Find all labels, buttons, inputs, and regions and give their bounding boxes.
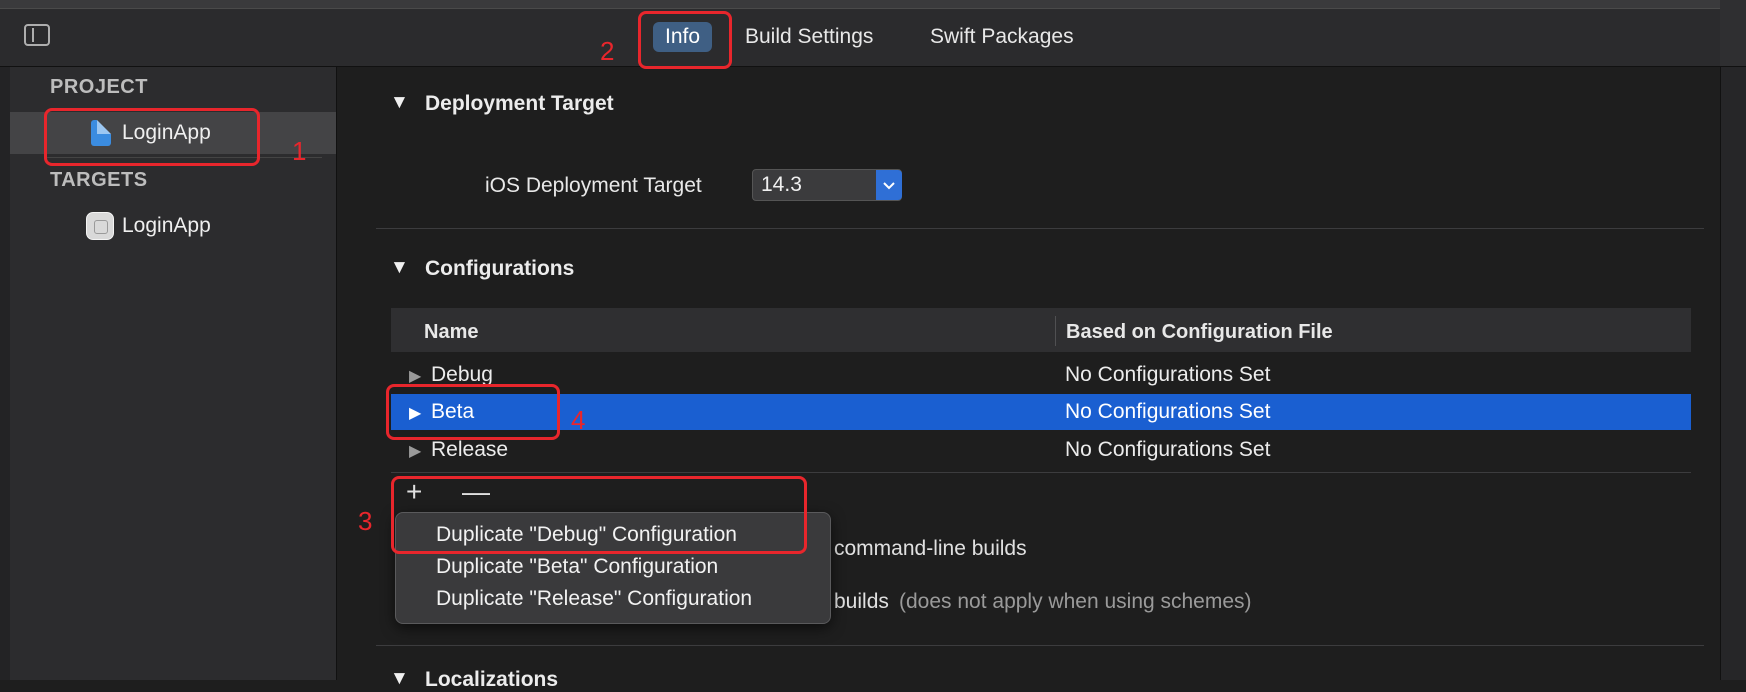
annotation-number-1: 1 <box>292 136 307 166</box>
configurations-section-title: Configurations <box>425 257 575 280</box>
config-file: No Configurations Set <box>1065 400 1271 423</box>
table-bottom-border <box>391 472 1691 473</box>
deployment-section-title: Deployment Target <box>425 92 614 115</box>
disclosure-triangle-icon[interactable]: ▶ <box>409 366 421 386</box>
configurations-disclosure-icon[interactable]: ▼ <box>390 257 409 279</box>
configurations-table-header <box>391 308 1691 352</box>
table-row[interactable]: ▶ Debug No Configurations Set <box>391 357 1691 393</box>
column-separator <box>1055 316 1056 346</box>
annotation-number-4: 4 <box>571 405 586 435</box>
menu-item-duplicate-release[interactable]: Duplicate "Release" Configuration <box>436 587 752 611</box>
ios-deployment-target-select[interactable]: 14.3 <box>752 169 902 201</box>
menu-item-duplicate-beta[interactable]: Duplicate "Beta" Configuration <box>436 555 718 579</box>
inspector-edge <box>1720 67 1746 680</box>
window-top-edge <box>0 0 1746 9</box>
section-divider <box>376 645 1704 646</box>
config-file: No Configurations Set <box>1065 363 1271 386</box>
project-section-header: PROJECT <box>50 76 148 98</box>
commandline-builds-text: command-line builds <box>834 537 1027 560</box>
config-file: No Configurations Set <box>1065 438 1271 461</box>
app-target-icon <box>86 212 114 240</box>
schemes-builds-text: builds <box>834 590 889 613</box>
column-header-config-file[interactable]: Based on Configuration File <box>1066 321 1333 344</box>
annotation-number-2: 2 <box>600 36 615 66</box>
sidebar-item-target-label[interactable]: LoginApp <box>122 214 211 238</box>
annotation-box-4 <box>386 384 560 440</box>
localizations-section-title: Localizations <box>425 668 559 691</box>
tab-swift-packages[interactable]: Swift Packages <box>918 22 1086 52</box>
toolbar-right-edge <box>1720 0 1746 66</box>
schemes-note-text: (does not apply when using schemes) <box>899 590 1252 613</box>
annotation-box-3 <box>391 476 807 554</box>
deployment-disclosure-icon[interactable]: ▼ <box>390 92 409 114</box>
ios-deployment-target-value: 14.3 <box>761 173 802 196</box>
targets-section-header: TARGETS <box>50 169 148 191</box>
annotation-box-1 <box>44 108 260 166</box>
localizations-disclosure-icon[interactable]: ▼ <box>390 668 409 690</box>
annotation-box-2 <box>638 11 732 69</box>
annotation-number-3: 3 <box>358 506 373 536</box>
table-row-selected[interactable]: ▶ Beta No Configurations Set <box>391 394 1691 430</box>
table-row[interactable]: ▶ Release No Configurations Set <box>391 432 1691 468</box>
config-name: Release <box>431 438 509 461</box>
sidebar-toggle-icon[interactable] <box>24 24 50 46</box>
column-header-name[interactable]: Name <box>424 321 478 344</box>
chevron-down-icon <box>876 170 902 200</box>
section-divider <box>376 228 1704 229</box>
ios-deployment-target-label: iOS Deployment Target <box>485 174 702 197</box>
disclosure-triangle-icon[interactable]: ▶ <box>409 441 421 461</box>
tab-build-settings[interactable]: Build Settings <box>733 22 885 52</box>
